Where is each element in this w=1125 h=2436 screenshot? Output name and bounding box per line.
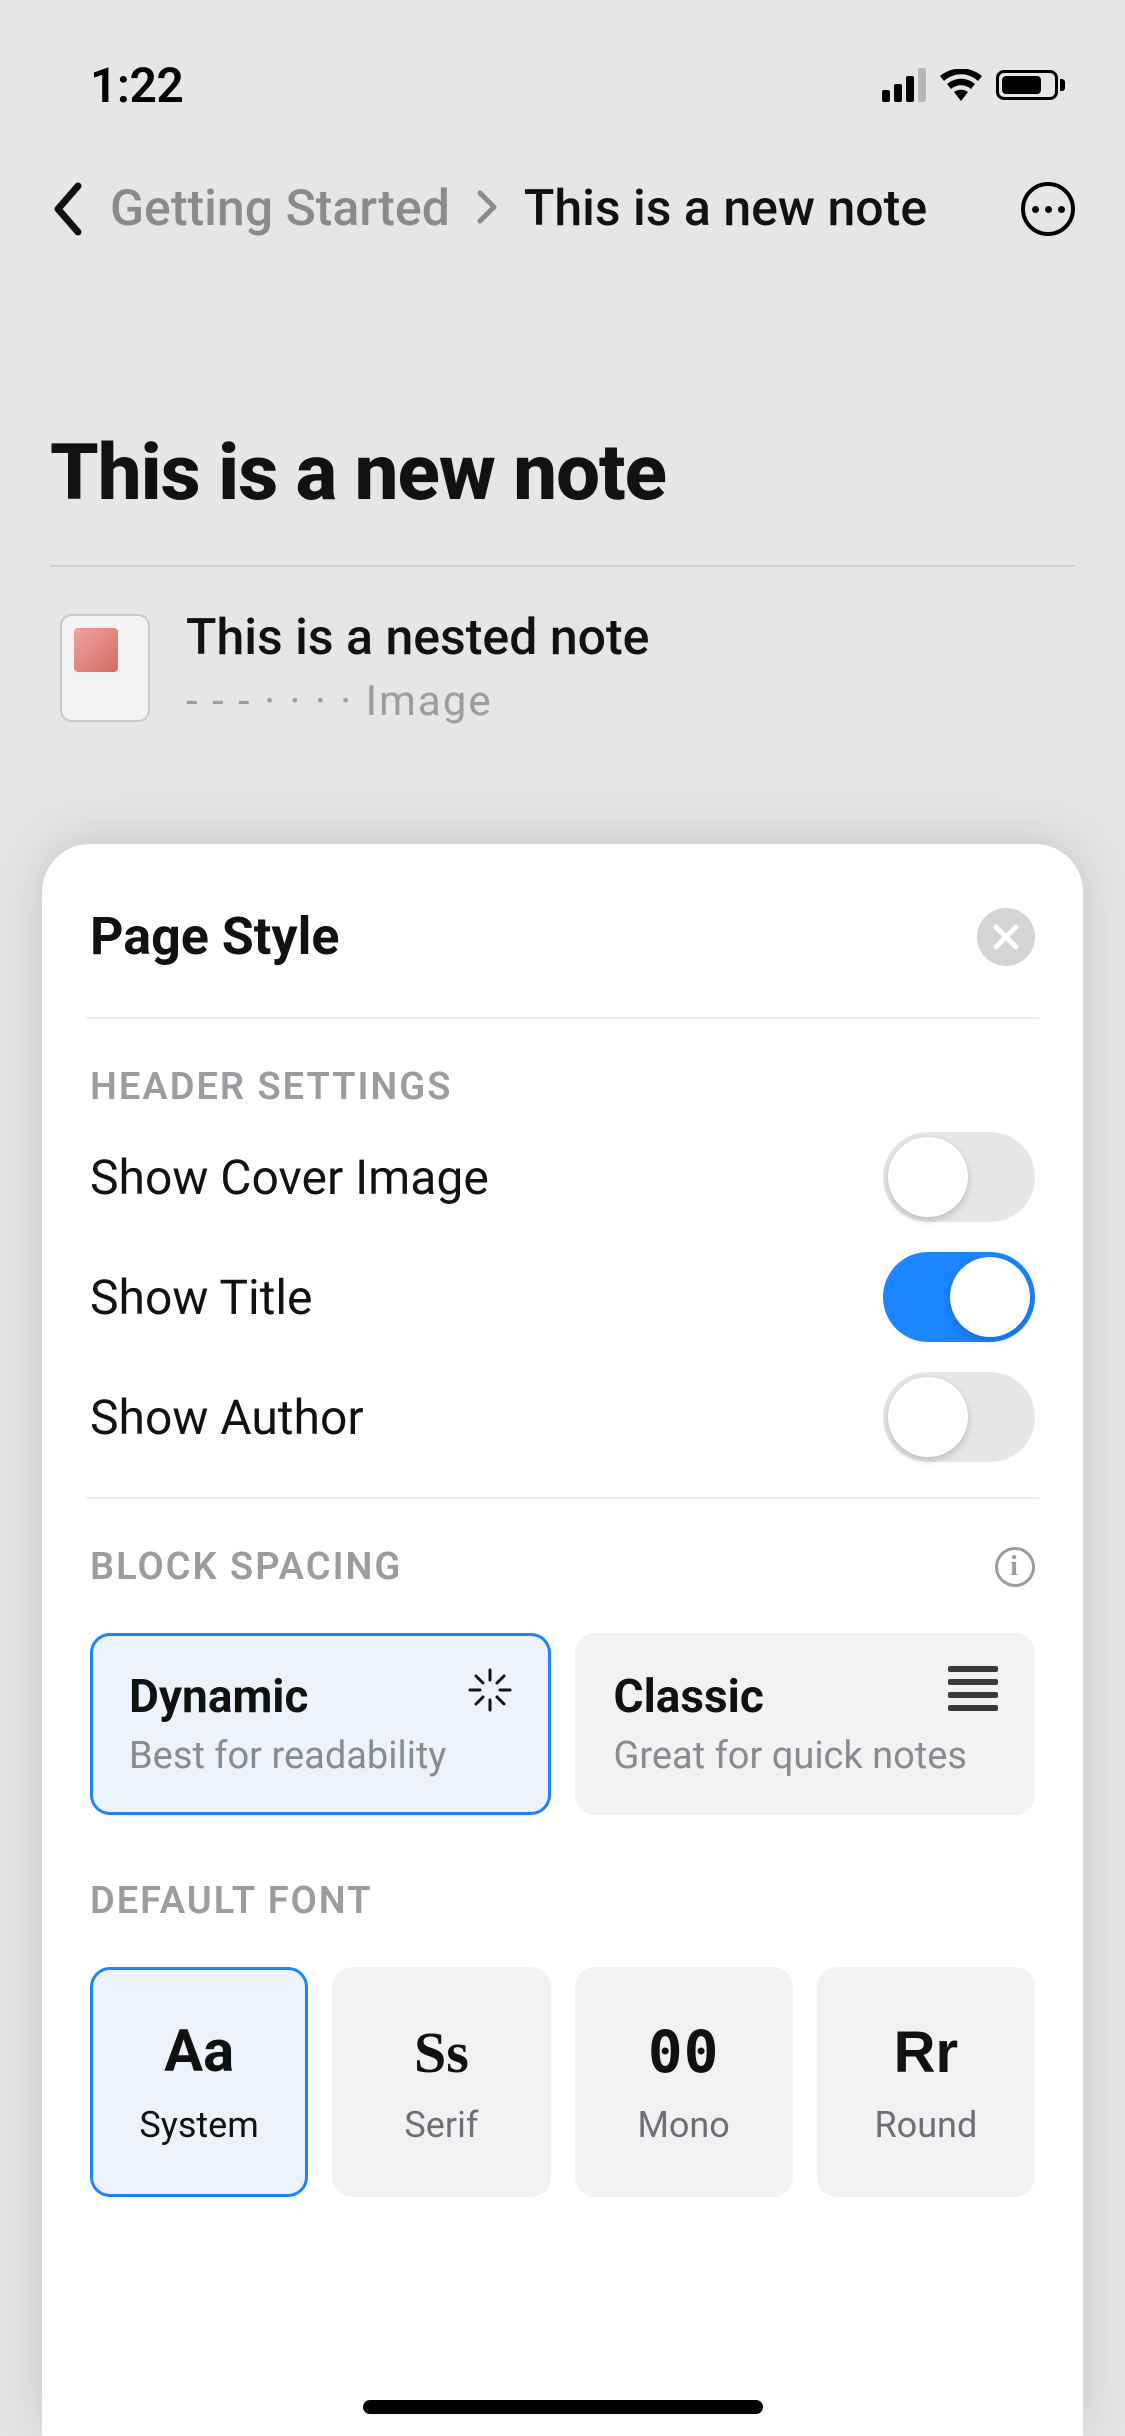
font-sample: 00 bbox=[648, 2018, 720, 2086]
font-sample: Ss bbox=[414, 2019, 469, 2086]
setting-label: Show Cover Image bbox=[90, 1149, 489, 1206]
font-option-serif[interactable]: Ss Serif bbox=[332, 1967, 550, 2197]
more-options-button[interactable] bbox=[1021, 182, 1075, 236]
sheet-title: Page Style bbox=[90, 906, 339, 967]
breadcrumb-current: This is a new note bbox=[524, 180, 927, 238]
sparkle-icon bbox=[466, 1666, 514, 1718]
font-option-system[interactable]: Aa System bbox=[90, 1967, 308, 2197]
cellular-signal-icon bbox=[882, 68, 926, 102]
nested-note-title: This is a nested note bbox=[186, 609, 649, 667]
section-block-spacing-label: BLOCK SPACING i bbox=[90, 1499, 1035, 1597]
nested-note-meta: - - - · · · · Image bbox=[186, 677, 649, 726]
setting-label: Show Author bbox=[90, 1389, 364, 1446]
toggle-show-title[interactable] bbox=[883, 1252, 1035, 1342]
breadcrumb: Getting Started This is a new note bbox=[110, 180, 995, 238]
back-button[interactable] bbox=[50, 182, 84, 236]
setting-show-title: Show Title bbox=[90, 1237, 1035, 1357]
setting-label: Show Title bbox=[90, 1269, 313, 1326]
font-sample: Rr bbox=[894, 2019, 958, 2086]
breadcrumb-parent[interactable]: Getting Started bbox=[110, 180, 450, 238]
setting-show-cover-image: Show Cover Image bbox=[90, 1117, 1035, 1237]
font-label: System bbox=[139, 2104, 258, 2146]
status-time: 1:22 bbox=[90, 57, 183, 114]
spacing-option-subtitle: Great for quick notes bbox=[614, 1724, 997, 1778]
toggle-show-cover-image[interactable] bbox=[883, 1132, 1035, 1222]
battery-icon bbox=[996, 70, 1065, 100]
spacing-option-subtitle: Best for readability bbox=[129, 1724, 512, 1778]
spacing-option-title: Dynamic bbox=[129, 1670, 512, 1724]
font-sample: Aa bbox=[164, 2018, 234, 2086]
page-title[interactable]: This is a new note bbox=[50, 428, 1075, 565]
wifi-icon bbox=[940, 69, 982, 101]
font-option-mono[interactable]: 00 Mono bbox=[575, 1967, 793, 2197]
toggle-show-author[interactable] bbox=[883, 1372, 1035, 1462]
font-label: Serif bbox=[404, 2104, 478, 2146]
page-content: This is a new note This is a nested note… bbox=[0, 238, 1125, 726]
spacing-option-classic[interactable]: Classic Great for quick notes bbox=[575, 1633, 1036, 1815]
spacing-option-title: Classic bbox=[614, 1670, 997, 1724]
section-default-font-label: DEFAULT FONT bbox=[90, 1815, 1035, 1931]
section-header-settings-label: HEADER SETTINGS bbox=[90, 1019, 1035, 1117]
status-bar: 1:22 bbox=[0, 0, 1125, 140]
nested-note-card[interactable]: This is a nested note - - - · · · · Imag… bbox=[50, 567, 1075, 726]
topbar: Getting Started This is a new note bbox=[0, 140, 1125, 238]
font-option-round[interactable]: Rr Round bbox=[817, 1967, 1035, 2197]
status-indicators bbox=[882, 68, 1065, 102]
nested-note-thumbnail bbox=[60, 614, 150, 722]
font-label: Round bbox=[875, 2104, 978, 2146]
font-label: Mono bbox=[637, 2104, 729, 2146]
lines-icon bbox=[948, 1666, 998, 1711]
setting-show-author: Show Author bbox=[90, 1357, 1035, 1477]
spacing-option-dynamic[interactable]: Dynamic Best for readability bbox=[90, 1633, 551, 1815]
close-icon bbox=[993, 924, 1019, 950]
section-label-text: BLOCK SPACING bbox=[90, 1545, 402, 1589]
close-button[interactable] bbox=[977, 908, 1035, 966]
chevron-right-icon bbox=[476, 180, 498, 238]
info-icon[interactable]: i bbox=[995, 1547, 1035, 1587]
page-style-sheet: Page Style HEADER SETTINGS Show Cover Im… bbox=[42, 844, 1083, 2436]
home-indicator[interactable] bbox=[363, 2400, 763, 2414]
